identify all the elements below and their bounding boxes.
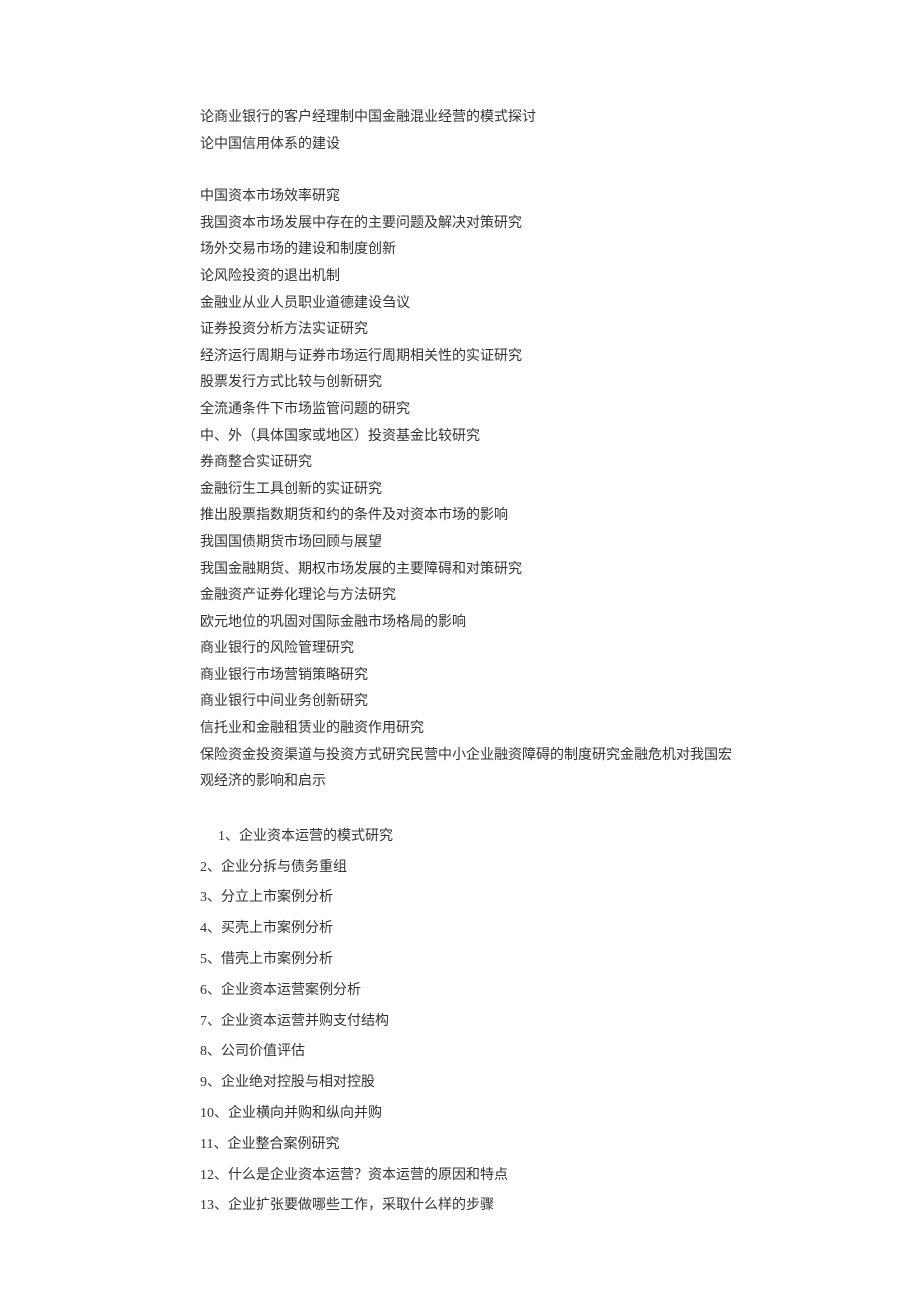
topic-line: 我国资本市场发展中存在的主要问题及解决对策研究 [200, 211, 740, 238]
list-item: 2、企业分拆与债务重组 [200, 853, 740, 884]
topic-line: 我国国债期货市场回顾与展望 [200, 530, 740, 557]
list-item: 4、买壳上市案例分析 [200, 914, 740, 945]
topic-line: 信托业和金融租赁业的融资作用研究 [200, 716, 740, 743]
topic-line: 场外交易市场的建设和制度创新 [200, 237, 740, 264]
list-item: 10、企业横向并购和纵向并购 [200, 1099, 740, 1130]
topic-line: 论中国信用体系的建设 [200, 132, 740, 159]
topic-line: 中、外（具体国家或地区）投资基金比较研究 [200, 424, 740, 451]
list-item: 11、企业整合案例研究 [200, 1130, 740, 1161]
list-item: 7、企业资本运营并购支付结构 [200, 1007, 740, 1038]
topic-line: 券商整合实证研究 [200, 450, 740, 477]
list-item: 8、公司价值评估 [200, 1037, 740, 1068]
topic-line: 金融资产证券化理论与方法研究 [200, 583, 740, 610]
topic-line: 经济运行周期与证券市场运行周期相关性的实证研究 [200, 344, 740, 371]
section-2: 中国资本市场效率研窕 我国资本市场发展中存在的主要问题及解决对策研究 场外交易市… [200, 184, 740, 796]
topic-line: 全流通条件下市场监管问题的研究 [200, 397, 740, 424]
list-item: 5、借壳上市案例分析 [200, 945, 740, 976]
list-item: 1、企业资本运营的模式研究 [200, 822, 740, 853]
list-item: 3、分立上市案例分析 [200, 883, 740, 914]
topic-line: 欧元地位的巩固对国际金融市场格局的影响 [200, 610, 740, 637]
topic-line: 股票发行方式比较与创新研究 [200, 370, 740, 397]
numbered-list: 1、企业资本运营的模式研究 2、企业分拆与债务重组 3、分立上市案例分析 4、买… [200, 822, 740, 1222]
topic-line: 商业银行的风险管理研究 [200, 636, 740, 663]
topic-line: 论风险投资的退出机制 [200, 264, 740, 291]
topic-line: 论商业银行的客户经理制中国金融混业经营的模式探讨 [200, 105, 740, 132]
spacer [200, 158, 740, 184]
topic-line: 商业银行中间业务创新研究 [200, 689, 740, 716]
topic-line: 推出股票指数期货和约的条件及对资本市场的影响 [200, 503, 740, 530]
spacer [200, 796, 740, 822]
topic-line: 金融业从业人员职业道德建设刍议 [200, 291, 740, 318]
list-item: 9、企业绝对控股与相对控股 [200, 1068, 740, 1099]
topic-line: 我国金融期货、期权市场发展的主要障碍和对策研究 [200, 557, 740, 584]
document-page: 论商业银行的客户经理制中国金融混业经营的模式探讨 论中国信用体系的建设 中国资本… [0, 0, 920, 1302]
section-1: 论商业银行的客户经理制中国金融混业经营的模式探讨 论中国信用体系的建设 [200, 105, 740, 158]
topic-line: 保险资金投资渠道与投资方式研究民营中小企业融资障碍的制度研究金融危机对我国宏观经… [200, 743, 740, 796]
topic-line: 证券投资分析方法实证研究 [200, 317, 740, 344]
topic-line: 中国资本市场效率研窕 [200, 184, 740, 211]
list-item: 6、企业资本运营案例分析 [200, 976, 740, 1007]
topic-line: 商业银行市场营销策略研究 [200, 663, 740, 690]
list-item: 12、什么是企业资本运营？资本运营的原因和特点 [200, 1161, 740, 1192]
list-item: 13、企业扩张要做哪些工作，采取什么样的步骤 [200, 1191, 740, 1222]
topic-line: 金融衍生工具创新的实证研究 [200, 477, 740, 504]
